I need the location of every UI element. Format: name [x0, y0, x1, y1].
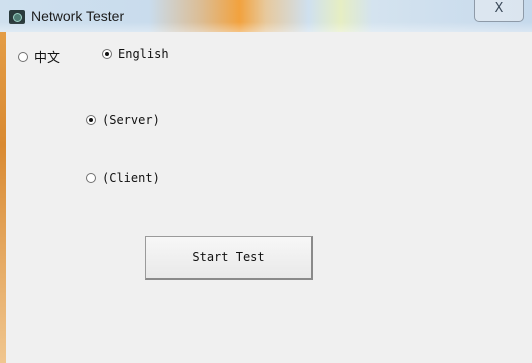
mode-radio-server[interactable]: (Server) — [86, 113, 160, 127]
language-radio-english[interactable]: English — [102, 47, 169, 61]
language-chinese-label: 中文 — [34, 51, 61, 66]
app-icon — [9, 10, 25, 24]
start-test-button[interactable]: Start Test — [145, 236, 313, 280]
close-button[interactable]: X — [474, 0, 524, 22]
language-radio-chinese[interactable]: 中文 — [18, 47, 60, 66]
mode-client-label: (Client) — [102, 171, 160, 185]
client-area: 中文 English (Server) (Client) Start Test — [6, 32, 532, 363]
language-english-label: English — [118, 47, 169, 61]
radio-indicator — [86, 173, 96, 183]
mode-radio-client[interactable]: (Client) — [86, 171, 160, 185]
title-bar[interactable]: Network Tester X — [0, 0, 532, 32]
app-window: Network Tester X 中文 English (Server) (Cl… — [0, 0, 532, 363]
window-title: Network Tester — [31, 8, 125, 24]
radio-indicator-selected — [102, 49, 112, 59]
mode-server-label: (Server) — [102, 113, 160, 127]
radio-indicator — [18, 51, 28, 62]
radio-indicator-selected — [86, 115, 96, 125]
